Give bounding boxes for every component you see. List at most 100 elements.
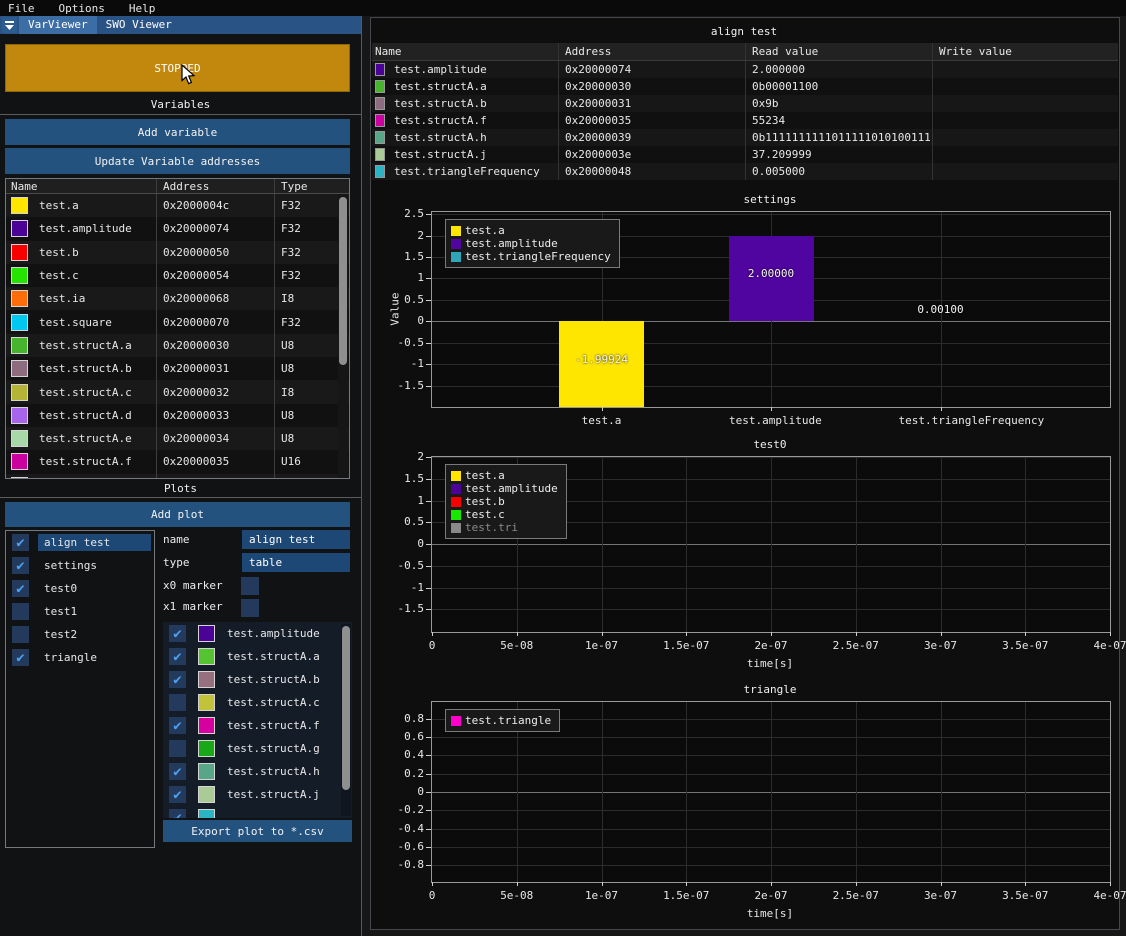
plot-variable-item[interactable]: ✔test.structA.b (163, 668, 352, 691)
tab-list-icon[interactable] (2, 17, 17, 33)
x-tick-mark (1110, 632, 1111, 636)
plot-checkbox[interactable] (12, 603, 29, 620)
column-header: Write value (932, 43, 1118, 60)
table-row[interactable]: test.amplitude0x200000742.000000 (372, 61, 1118, 78)
plot-table-title: align test (371, 25, 1117, 38)
variable-row[interactable] (6, 474, 349, 478)
table-row[interactable]: test.triangleFrequency0x200000480.005000 (372, 163, 1118, 180)
plot-variable-checkbox[interactable] (169, 694, 186, 711)
plot-list: ✔ align test ✔ settings ✔ test0 test1 test2 ✔ tri… (5, 530, 155, 848)
plot-list-item[interactable]: ✔ settings (6, 554, 154, 577)
tab-swo-viewer[interactable]: SWO Viewer (97, 16, 181, 34)
plot-variable-item[interactable]: test.structA.g (163, 737, 352, 760)
variable-row[interactable]: test.structA.d0x20000033U8 (6, 404, 349, 427)
x-gridline (856, 457, 857, 632)
table-row[interactable]: test.structA.h0x200000390b11111111110111… (372, 129, 1118, 146)
add-variable-button[interactable]: Add variable (5, 119, 350, 145)
plot-variable-item[interactable]: ✔ (163, 806, 352, 818)
plot-name-input[interactable]: align test (242, 530, 350, 549)
plot-list-label[interactable]: align test (38, 534, 151, 551)
plot-list-item[interactable]: ✔ align test (6, 531, 154, 554)
color-swatch (375, 131, 385, 144)
plot-checkbox[interactable]: ✔ (12, 649, 29, 666)
x-tick-mark (686, 632, 687, 636)
row-write-value-cell[interactable] (932, 95, 1118, 112)
plot-checkbox[interactable] (12, 626, 29, 643)
x0-marker-checkbox[interactable] (241, 577, 259, 595)
plot-variable-item[interactable]: ✔test.amplitude (163, 622, 352, 645)
variables-table-scrollbar[interactable] (338, 194, 348, 478)
plot-variable-checkbox[interactable]: ✔ (169, 717, 186, 734)
table-row[interactable]: test.structA.a0x200000300b00001100 (372, 78, 1118, 95)
row-write-value-cell[interactable] (932, 129, 1118, 146)
plot-list-item[interactable]: test2 (6, 623, 154, 646)
plot-variable-checkbox[interactable]: ✔ (169, 786, 186, 803)
variable-row[interactable]: test.structA.b0x20000031U8 (6, 357, 349, 380)
plot-list-label[interactable]: test0 (38, 580, 151, 597)
plot-variable-checkbox[interactable]: ✔ (169, 625, 186, 642)
tab-varviewer[interactable]: VarViewer (19, 16, 97, 34)
variable-row[interactable]: test.amplitude0x20000074F32 (6, 217, 349, 240)
plot-checkbox[interactable]: ✔ (12, 534, 29, 551)
chart-legend: test.triangle (445, 709, 560, 732)
x-gridline (941, 702, 942, 882)
plot-list-item[interactable]: test1 (6, 600, 154, 623)
x1-marker-checkbox[interactable] (241, 599, 259, 617)
plot-variable-checkbox[interactable]: ✔ (169, 809, 186, 818)
variable-row[interactable]: test.a0x2000004cF32 (6, 194, 349, 217)
plot-list-label[interactable]: test1 (38, 603, 151, 620)
variable-row[interactable]: test.square0x20000070F32 (6, 310, 349, 333)
plot-variable-checkbox[interactable]: ✔ (169, 763, 186, 780)
variable-row[interactable]: test.ia0x20000068I8 (6, 287, 349, 310)
row-write-value-cell[interactable] (932, 61, 1118, 78)
menu-file[interactable]: File (0, 2, 47, 15)
plot-variable-item[interactable]: ✔test.structA.f (163, 714, 352, 737)
plot-variable-item[interactable]: ✔test.structA.a (163, 645, 352, 668)
row-write-value-cell[interactable] (932, 78, 1118, 95)
table-row[interactable]: test.structA.b0x200000310x9b (372, 95, 1118, 112)
x-gridline (941, 457, 942, 632)
menu-help[interactable]: Help (117, 2, 168, 15)
pane-separator[interactable] (361, 16, 362, 936)
table-row[interactable]: test.structA.j0x2000003e37.209999 (372, 146, 1118, 163)
scrollbar-thumb[interactable] (342, 626, 350, 790)
plot-variable-item[interactable]: test.structA.c (163, 691, 352, 714)
plot-variable-checkbox[interactable]: ✔ (169, 648, 186, 665)
plot-variable-checkbox[interactable]: ✔ (169, 671, 186, 688)
x-tick-mark (517, 632, 518, 636)
legend-label: test.triangle (465, 714, 551, 727)
update-addresses-button[interactable]: Update Variable addresses (5, 148, 350, 174)
y-tick-label: 0 (370, 314, 424, 327)
variable-row[interactable]: test.structA.a0x20000030U8 (6, 334, 349, 357)
variable-row[interactable]: test.structA.c0x20000032I8 (6, 380, 349, 403)
legend-label: test.tri (465, 521, 518, 534)
scrollbar-thumb[interactable] (339, 197, 347, 365)
plot-variable-checkbox[interactable] (169, 740, 186, 757)
variable-row[interactable]: test.structA.f0x20000035U16 (6, 450, 349, 473)
run-state-button[interactable]: STOPPED (5, 44, 350, 92)
plot-variable-item[interactable]: ✔test.structA.h (163, 760, 352, 783)
y-tick-mark (426, 774, 431, 775)
variable-row[interactable]: test.structA.e0x20000034U8 (6, 427, 349, 450)
export-csv-button[interactable]: Export plot to *.csv (163, 820, 352, 842)
plot-checkbox[interactable]: ✔ (12, 557, 29, 574)
plot-list-label[interactable]: settings (38, 557, 151, 574)
table-row[interactable]: test.structA.f0x2000003555234 (372, 112, 1118, 129)
add-plot-button[interactable]: Add plot (5, 502, 350, 527)
row-name-cell: test.structA.h (372, 129, 558, 146)
x-tick-label: 2e-07 (729, 639, 813, 652)
row-write-value-cell[interactable] (932, 163, 1118, 180)
row-write-value-cell[interactable] (932, 146, 1118, 163)
variable-row[interactable]: test.c0x20000054F32 (6, 264, 349, 287)
plot-variable-item[interactable]: ✔test.structA.j (163, 783, 352, 806)
variable-row[interactable]: test.b0x20000050F32 (6, 241, 349, 264)
plot-list-item[interactable]: ✔ test0 (6, 577, 154, 600)
plot-list-label[interactable]: test2 (38, 626, 151, 643)
plot-type-select[interactable]: table (242, 553, 350, 572)
plot-list-item[interactable]: ✔ triangle (6, 646, 154, 669)
menu-options[interactable]: Options (47, 2, 117, 15)
plot-list-label[interactable]: triangle (38, 649, 151, 666)
plot-variables-scrollbar[interactable] (341, 624, 351, 816)
row-write-value-cell[interactable] (932, 112, 1118, 129)
plot-checkbox[interactable]: ✔ (12, 580, 29, 597)
